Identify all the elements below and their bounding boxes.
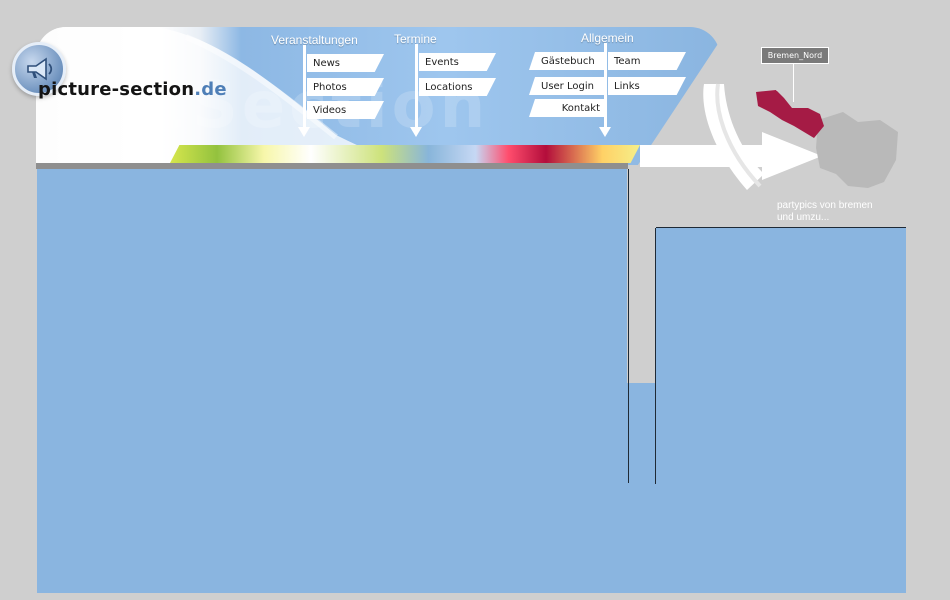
nav-item-team[interactable]: Team bbox=[608, 52, 686, 70]
nav-arrow-veranstaltungen bbox=[298, 45, 310, 137]
site-logo-tld: .de bbox=[194, 79, 227, 100]
nav-item-user-login[interactable]: User Login bbox=[529, 77, 604, 95]
nav-group-veranstaltungen: Veranstaltungen bbox=[271, 33, 358, 47]
right-panel-edge bbox=[655, 228, 656, 484]
site-logo[interactable]: picture-section.de bbox=[38, 79, 227, 100]
nav-item-locations[interactable]: Locations bbox=[419, 78, 496, 96]
nav-item-kontakt[interactable]: Kontakt bbox=[529, 99, 604, 117]
bremen-map[interactable] bbox=[748, 90, 908, 200]
site-logo-name: picture-section bbox=[38, 79, 195, 100]
panel-connector bbox=[627, 383, 656, 593]
map-pin-line bbox=[793, 64, 794, 102]
nav-arrow-termine bbox=[410, 44, 422, 137]
decorative-photo-strip bbox=[170, 145, 640, 163]
main-content-panel bbox=[37, 169, 627, 593]
map-region-label: Bremen_Nord bbox=[761, 47, 829, 64]
map-caption: partypics von bremen und umzu... bbox=[777, 200, 873, 223]
nav-item-videos[interactable]: Videos bbox=[307, 101, 384, 119]
nav-group-allgemein: Allgemein bbox=[581, 31, 634, 45]
main-panel-edge bbox=[628, 169, 629, 483]
nav-item-gaestebuch[interactable]: Gästebuch bbox=[529, 52, 604, 70]
right-panel-top-edge bbox=[656, 227, 906, 228]
nav-arrow-allgemein bbox=[599, 43, 611, 137]
nav-item-events[interactable]: Events bbox=[419, 53, 496, 71]
nav-item-news[interactable]: News bbox=[307, 54, 384, 72]
right-content-panel bbox=[656, 227, 906, 593]
nav-item-photos[interactable]: Photos bbox=[307, 78, 384, 96]
